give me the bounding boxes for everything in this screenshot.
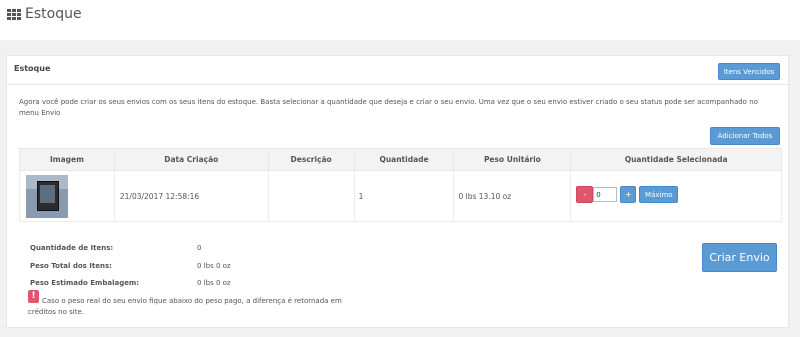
product-thumbnail[interactable] (26, 174, 68, 218)
cell-date: 21/03/2017 12:58:16 (113, 170, 269, 222)
table-header-row: Imagem Data Criação Descrição Quantidade… (19, 148, 782, 171)
total-weight-label: Peso Total dos Itens: (30, 262, 112, 270)
items-label: Quantidade de Itens: (30, 244, 114, 252)
cell-selected-quantity: - + Máximo (570, 170, 782, 222)
top-header: Estoque (0, 0, 800, 40)
total-weight-value: 0 lbs 0 oz (197, 262, 231, 270)
decrease-button[interactable]: - (576, 186, 594, 203)
max-button[interactable]: Máximo (639, 186, 679, 203)
grid-icon (7, 9, 21, 21)
add-all-button[interactable]: Adicionar Todos (710, 127, 780, 145)
create-shipment-button[interactable]: Criar Envio (702, 243, 777, 272)
items-value: 0 (197, 244, 202, 252)
intro-text: Agora você pode criar os seus envios com… (19, 98, 758, 117)
page-title: Estoque (25, 6, 82, 22)
col-selected-quantity: Quantidade Selecionada (570, 148, 782, 171)
panel-title: Estoque (14, 64, 51, 73)
cell-image (19, 170, 115, 222)
packaging-value: 0 lbs 0 oz (197, 279, 231, 287)
cell-description (267, 170, 355, 222)
col-description: Descrição (267, 148, 355, 171)
stock-panel: Estoque Itens Vencidos Agora você pode c… (6, 55, 789, 328)
col-date: Data Criação (113, 148, 269, 171)
warning-text: Caso o peso real do seu envio fique abai… (28, 297, 342, 316)
cell-unit-weight: 0 lbs 13.10 oz (453, 170, 572, 222)
packaging-label: Peso Estimado Embalagem: (30, 279, 140, 287)
panel-header: Estoque Itens Vencidos (7, 56, 788, 85)
col-quantity: Quantidade (353, 148, 455, 171)
cell-quantity: 1 (353, 170, 455, 222)
selected-quantity-input[interactable] (593, 187, 618, 202)
quantity-stepper: - + Máximo (571, 186, 781, 206)
stock-table: Imagem Data Criação Descrição Quantidade… (19, 148, 782, 222)
increase-button[interactable]: + (620, 186, 637, 203)
col-image: Imagem (19, 148, 115, 171)
table-row: 21/03/2017 12:58:16 1 0 lbs 13.10 oz - +… (19, 170, 782, 222)
expired-items-button[interactable]: Itens Vencidos (718, 63, 780, 80)
col-unit-weight: Peso Unitário (453, 148, 572, 171)
